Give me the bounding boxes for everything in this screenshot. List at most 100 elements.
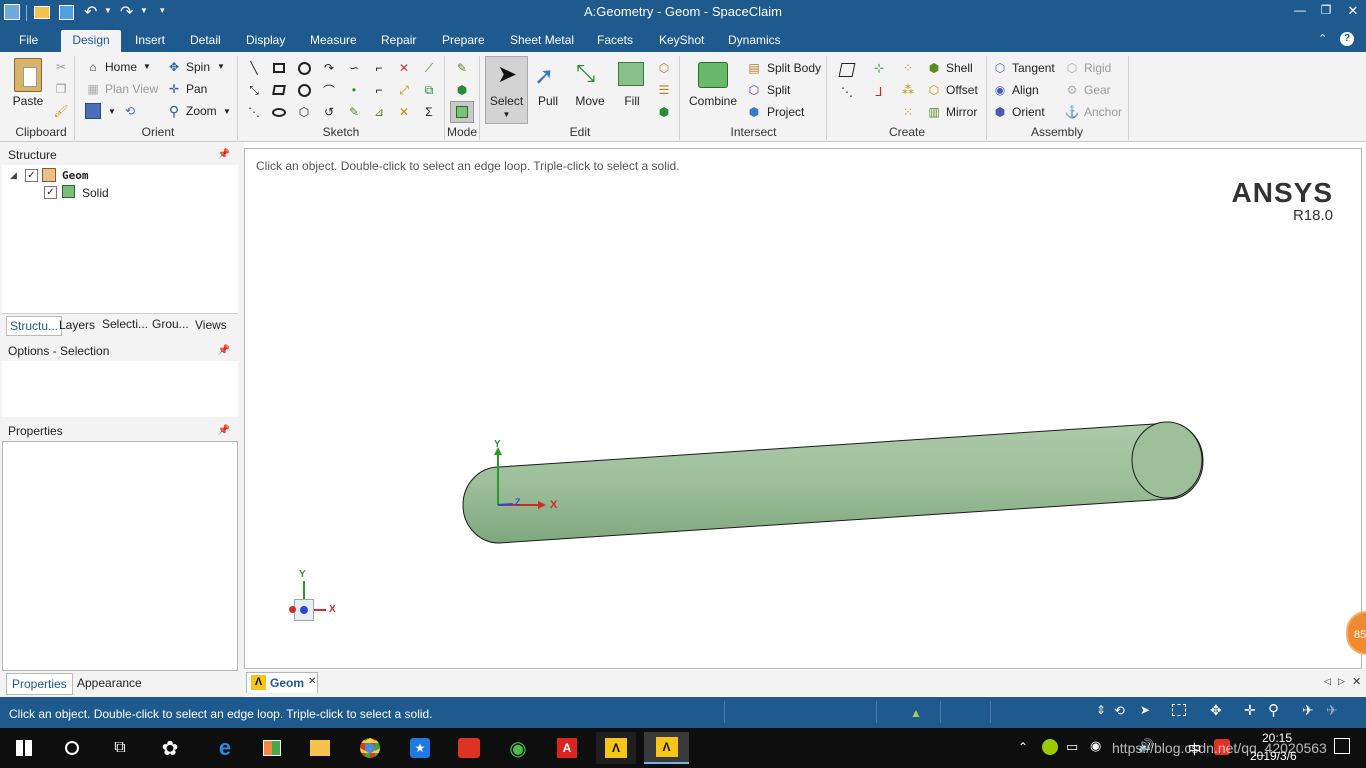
tree-item-geom[interactable]: Geom [62,169,89,182]
youdao-icon[interactable] [449,732,489,764]
tab-keyshot[interactable]: KeyShot [650,30,713,52]
origin-icon[interactable]: ⊹ [871,60,887,76]
blend-icon[interactable]: ⬡ [656,60,672,76]
zoom-button[interactable]: Zoom [186,104,217,118]
shell-icon[interactable]: ⬢ [926,60,942,76]
select-mode-icon[interactable]: ➤ [1140,703,1150,717]
three-point-rectangle-icon[interactable] [271,82,287,98]
rigid-icon[interactable]: ⬡ [1064,60,1080,76]
replace-icon[interactable]: ☰ [656,82,672,98]
circular-pattern-icon[interactable]: ⁂ [900,82,916,98]
tray-app-icon[interactable] [1042,739,1058,755]
tab-appearance[interactable]: Appearance [77,676,142,690]
format-painter-icon[interactable]: 🖌 [53,103,69,119]
bend-tool-icon[interactable]: ⟋ [421,60,437,76]
align-icon[interactable]: ◉ [992,82,1008,98]
anchor-icon[interactable]: ⚓ [1064,104,1080,120]
sweep-circle-icon[interactable]: ↺ [321,104,337,120]
fillet-tool-icon[interactable]: ⌐ [371,82,387,98]
view-triad[interactable]: Y X [287,569,347,629]
trim-away-icon[interactable]: ✕ [396,60,412,76]
view-dropdown-icon[interactable]: ▼ [108,107,116,116]
mirror-icon[interactable]: ▥ [926,104,942,120]
align-button[interactable]: Align [1012,83,1039,97]
ansys-workbench-icon[interactable]: Λ [596,732,636,764]
rotate-view-icon[interactable]: ⟲ [1114,703,1125,719]
edge-browser-icon[interactable]: e [205,732,245,764]
tab-views[interactable]: Views [195,318,227,332]
cylinder-end-cap[interactable] [1131,421,1203,499]
point-tool-icon[interactable]: • [346,82,362,98]
tab-file[interactable]: File [10,30,47,52]
split-body-button[interactable]: Split Body [767,61,821,75]
tangent-line-icon[interactable]: ⤡ [246,82,262,98]
move-button[interactable]: Move [570,94,610,108]
sketch-mode-icon[interactable]: ✎ [454,60,470,76]
view-cube-icon[interactable] [85,103,101,119]
paste-icon[interactable] [14,58,42,92]
equation-icon[interactable]: Σ [421,104,437,120]
tree-expander-icon[interactable]: ◢ [10,170,17,181]
select-button[interactable]: Select [485,94,528,108]
tweak-face-icon[interactable]: ⬢ [656,104,672,120]
ansys-spaceclaim-icon[interactable]: Λ [644,732,689,764]
spin-status-icon[interactable]: ✥ [1210,702,1222,719]
cylinder-body[interactable] [462,422,1204,544]
tab-properties[interactable]: Properties [6,673,73,695]
clock-time[interactable]: 20:15 [1262,731,1292,745]
pan-button[interactable]: Pan [186,82,207,96]
app-pinwheel-icon[interactable]: ✿ [150,732,190,764]
spin-button[interactable]: Spin [186,60,210,74]
solid-cylinder[interactable] [245,149,1361,668]
extend-curve-icon[interactable]: ⤢ [396,82,412,98]
tab-groups[interactable]: Grou... [152,317,189,331]
fill-button[interactable]: Fill [613,94,651,108]
pan-status-icon[interactable]: ✛ [1244,702,1256,719]
clock-date[interactable]: 2019/3/6 [1250,749,1297,763]
linear-pattern-icon[interactable]: ⁘ [900,60,916,76]
tab-design[interactable]: Design [61,30,121,52]
offset-curve-icon[interactable]: ⧉ [421,82,437,98]
fill-pattern-icon[interactable]: ⁙ [900,104,916,120]
tangent-icon[interactable]: ⬡ [992,60,1008,76]
tray-network-icon[interactable]: ▭ [1066,739,1078,755]
scroll-left-icon[interactable]: ◁ [1324,676,1331,687]
home-icon[interactable]: ⌂ [85,59,101,75]
wechat-icon[interactable]: ◉ [498,732,538,764]
restore-button[interactable]: ❐ [1316,3,1336,17]
three-point-arc-icon[interactable]: ⌒ [321,82,337,98]
move-grid-icon[interactable]: ⊿ [371,104,387,120]
zoom-dropdown-icon[interactable]: ▼ [223,107,231,116]
tray-chevron-icon[interactable]: ⌃ [1018,740,1028,754]
sweep-arc-icon[interactable]: ⌐ [371,60,387,76]
project-button[interactable]: Project [767,105,804,119]
project-icon[interactable]: ⬢ [746,104,762,120]
tray-wechat-icon[interactable]: ◉ [1090,738,1101,754]
collapse-ribbon-icon[interactable]: ⌃ [1318,32,1327,45]
doc-tab-geom[interactable]: Λ Geom ✕ [246,672,318,693]
plane-icon[interactable] [838,62,856,78]
copy-icon[interactable]: ❐ [53,81,69,97]
offset-button[interactable]: Offset [946,83,978,97]
construction-line-icon[interactable]: ⋱ [246,104,262,120]
spin-dropdown-icon[interactable]: ▼ [217,62,225,71]
sweep-mode-icon[interactable]: ✈ [1326,702,1338,719]
paste-button[interactable]: Paste [8,94,48,108]
tree-item-solid[interactable]: Solid [82,186,109,200]
tab-detail[interactable]: Detail [181,30,230,52]
plan-view-icon[interactable]: ▦ [85,81,101,97]
polygon-tool-icon[interactable]: ⬡ [296,104,312,120]
scroll-right-icon[interactable]: ▷ [1338,676,1345,687]
project-curve-icon[interactable]: ✎ [346,104,362,120]
three-point-circle-icon[interactable] [296,82,312,98]
spin-icon[interactable]: ✥ [166,59,182,75]
task-view-icon[interactable]: ⧉ [100,732,140,764]
help-icon[interactable]: ? [1340,32,1354,46]
split-button[interactable]: Split [767,83,790,97]
minimize-button[interactable]: — [1290,3,1310,17]
combine-icon[interactable] [698,62,728,88]
tab-dynamics[interactable]: Dynamics [719,30,790,52]
scroll-updown-icon[interactable]: ⇕ [1096,703,1106,717]
circle-tool-icon[interactable] [296,60,312,76]
anchor-button[interactable]: Anchor [1084,105,1122,119]
